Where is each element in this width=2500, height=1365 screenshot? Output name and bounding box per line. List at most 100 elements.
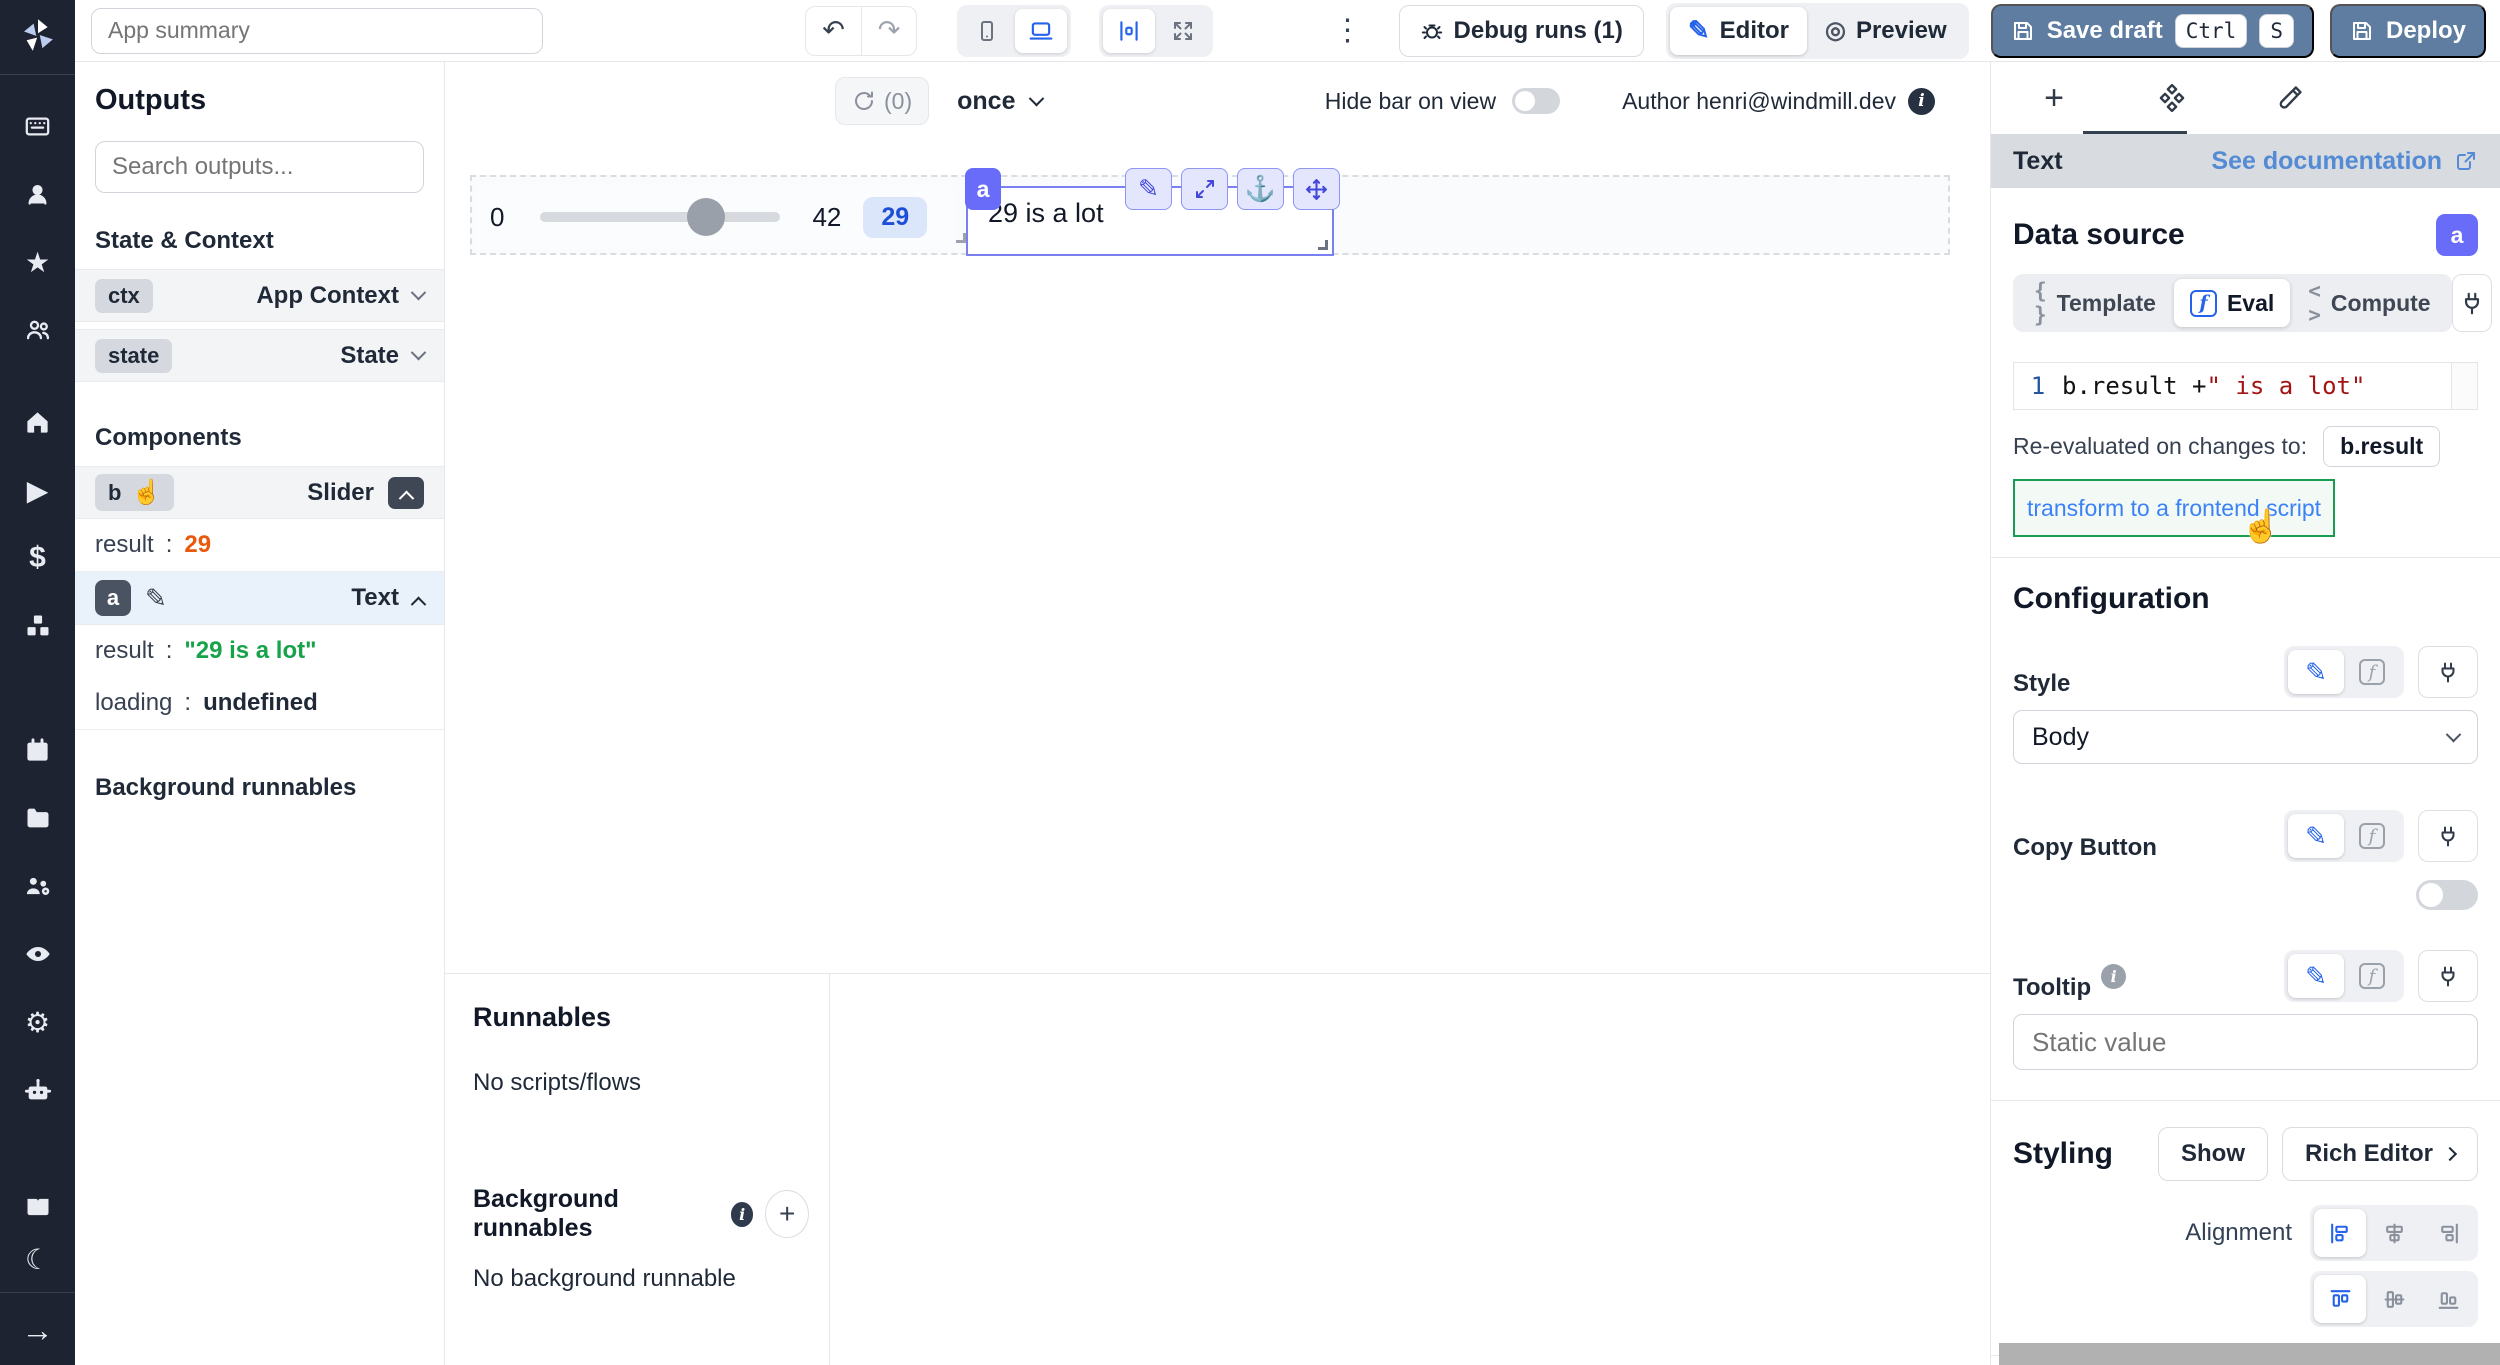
desktop-view-button[interactable] bbox=[1015, 9, 1067, 53]
app-canvas[interactable]: 0 42 29 a ✎ bbox=[445, 140, 1990, 973]
eval-f-button[interactable]: f bbox=[2344, 954, 2400, 998]
anchor-icon[interactable]: ⚓ bbox=[1237, 168, 1284, 210]
center-canvas-button[interactable] bbox=[1103, 9, 1155, 53]
dark-mode-moon-icon[interactable]: ☾ bbox=[15, 1236, 61, 1282]
global-styling-brush-icon[interactable] bbox=[2267, 75, 2313, 121]
insert-component-tab-plus-icon[interactable]: + bbox=[2031, 75, 2077, 121]
collapse-arrow-icon[interactable]: → bbox=[15, 1307, 61, 1353]
chevron-down-icon[interactable] bbox=[411, 285, 427, 301]
tooltip-static-value-input[interactable] bbox=[2013, 1014, 2478, 1070]
eval-tab[interactable]: fEval bbox=[2174, 279, 2290, 327]
vertical-alignment-group bbox=[2310, 1271, 2478, 1327]
panel-scrollbar[interactable] bbox=[1999, 1343, 2500, 1365]
fullscreen-expand-icon[interactable] bbox=[1157, 9, 1209, 53]
redo-button[interactable]: ↷ bbox=[861, 7, 916, 55]
boxes-icon[interactable] bbox=[15, 603, 61, 649]
align-middle-button[interactable] bbox=[2368, 1275, 2420, 1323]
save-draft-button[interactable]: Save draft Ctrl S bbox=[1991, 4, 2314, 58]
bot-icon[interactable] bbox=[15, 1067, 61, 1113]
star-icon[interactable]: ★ bbox=[15, 239, 61, 285]
style-select[interactable]: Body bbox=[2013, 710, 2478, 764]
play-icon[interactable]: ▶ bbox=[15, 467, 61, 513]
component-a-row[interactable]: a ✎ Text bbox=[75, 572, 444, 625]
connect-plug-button[interactable] bbox=[2418, 810, 2478, 862]
eval-code-editor[interactable]: 1 b.result + " is a lot" bbox=[2013, 362, 2478, 410]
runnables-title: Runnables bbox=[473, 1002, 809, 1033]
align-left-button[interactable] bbox=[2314, 1209, 2366, 1257]
docs-book-icon[interactable] bbox=[15, 1184, 61, 1230]
components-title: Components bbox=[95, 424, 424, 452]
slider-knob[interactable] bbox=[687, 198, 725, 236]
undo-button[interactable]: ↶ bbox=[806, 7, 861, 55]
hide-bar-toggle[interactable] bbox=[1512, 88, 1560, 114]
more-options-kebab-icon[interactable]: ⋮ bbox=[1323, 13, 1373, 48]
editor-scrollbar[interactable] bbox=[2451, 363, 2477, 409]
app-summary-input[interactable] bbox=[91, 8, 543, 54]
device-toggle-group bbox=[957, 5, 1071, 57]
gear-icon[interactable]: ⚙ bbox=[15, 999, 61, 1045]
users-icon[interactable] bbox=[15, 307, 61, 353]
edit-pencil-icon[interactable]: ✎ bbox=[1125, 168, 1172, 210]
see-documentation-link[interactable]: See documentation bbox=[2211, 147, 2478, 176]
static-pencil-button[interactable]: ✎ bbox=[2288, 650, 2344, 694]
refresh-button[interactable]: (0) bbox=[835, 77, 929, 125]
slider-component[interactable]: 0 42 29 bbox=[476, 185, 954, 249]
hand-pointer-icon: ☝ bbox=[131, 478, 161, 507]
b-result-value: 29 bbox=[184, 531, 211, 559]
static-pencil-button[interactable]: ✎ bbox=[2288, 954, 2344, 998]
settings-panel: + Text See documentation Data source a bbox=[1990, 62, 2500, 1365]
debug-runs-button[interactable]: Debug runs (1) bbox=[1399, 5, 1644, 57]
home-icon[interactable] bbox=[15, 399, 61, 445]
expand-icon[interactable] bbox=[1181, 168, 1228, 210]
mobile-view-button[interactable] bbox=[961, 9, 1013, 53]
deploy-button[interactable]: Deploy bbox=[2330, 4, 2486, 58]
eval-f-button[interactable]: f bbox=[2344, 814, 2400, 858]
user-icon[interactable] bbox=[15, 171, 61, 217]
compute-tab[interactable]: < >Compute bbox=[2292, 279, 2446, 327]
state-row[interactable]: state State bbox=[75, 329, 444, 382]
ctx-type: App Context bbox=[256, 282, 399, 310]
resize-handle[interactable] bbox=[956, 233, 966, 243]
move-icon[interactable] bbox=[1293, 168, 1340, 210]
folder-icon[interactable] bbox=[15, 795, 61, 841]
chevron-up-icon[interactable] bbox=[411, 596, 427, 612]
static-pencil-button[interactable]: ✎ bbox=[2288, 814, 2344, 858]
code-string-literal: " is a lot" bbox=[2207, 372, 2366, 400]
resize-handle[interactable] bbox=[1318, 240, 1328, 250]
user-group-gear-icon[interactable] bbox=[15, 863, 61, 909]
info-icon[interactable]: i bbox=[1908, 88, 1935, 115]
align-center-button[interactable] bbox=[2368, 1209, 2420, 1257]
dependency-pill[interactable]: b.result bbox=[2323, 426, 2440, 467]
copy-button-toggle[interactable] bbox=[2416, 880, 2478, 910]
eval-f-button[interactable]: f bbox=[2344, 650, 2400, 694]
template-tab[interactable]: { }Template bbox=[2018, 279, 2172, 327]
styling-show-button[interactable]: Show bbox=[2158, 1127, 2268, 1181]
search-outputs-input[interactable] bbox=[95, 141, 424, 193]
connect-plug-button[interactable] bbox=[2418, 950, 2478, 1002]
add-background-runnable-button[interactable]: + bbox=[765, 1190, 809, 1238]
connect-plug-button[interactable] bbox=[2418, 646, 2478, 698]
dollar-icon[interactable]: $ bbox=[15, 535, 61, 581]
calendar-icon[interactable] bbox=[15, 727, 61, 773]
align-right-button[interactable] bbox=[2422, 1209, 2474, 1257]
chevron-down-icon[interactable] bbox=[411, 345, 427, 361]
editor-tab[interactable]: ✎ Editor bbox=[1670, 7, 1807, 55]
preview-tab[interactable]: ◎ Preview bbox=[1807, 7, 1965, 55]
apps-icon[interactable] bbox=[15, 103, 61, 149]
canvas-layout-group bbox=[1099, 5, 1213, 57]
code-expression: b.result + bbox=[2062, 372, 2207, 400]
eye-icon[interactable] bbox=[15, 931, 61, 977]
connect-plug-button[interactable] bbox=[2452, 274, 2492, 332]
collapse-b-button[interactable] bbox=[388, 477, 424, 509]
run-mode-dropdown[interactable]: once bbox=[957, 87, 1042, 116]
rich-editor-button[interactable]: Rich Editor bbox=[2282, 1127, 2478, 1181]
align-bottom-button[interactable] bbox=[2422, 1275, 2474, 1323]
text-component-selected[interactable]: a ✎ ⚓ 29 is a lot bbox=[966, 186, 1334, 256]
ctx-row[interactable]: ctx App Context bbox=[75, 269, 444, 322]
component-settings-tab-icon[interactable] bbox=[2149, 75, 2195, 121]
align-top-button[interactable] bbox=[2314, 1275, 2366, 1323]
edit-id-pencil-icon[interactable]: ✎ bbox=[145, 583, 167, 614]
windmill-logo-icon[interactable] bbox=[17, 10, 59, 60]
slider-track[interactable] bbox=[540, 212, 780, 222]
component-b-row[interactable]: b☝ Slider bbox=[75, 466, 444, 519]
